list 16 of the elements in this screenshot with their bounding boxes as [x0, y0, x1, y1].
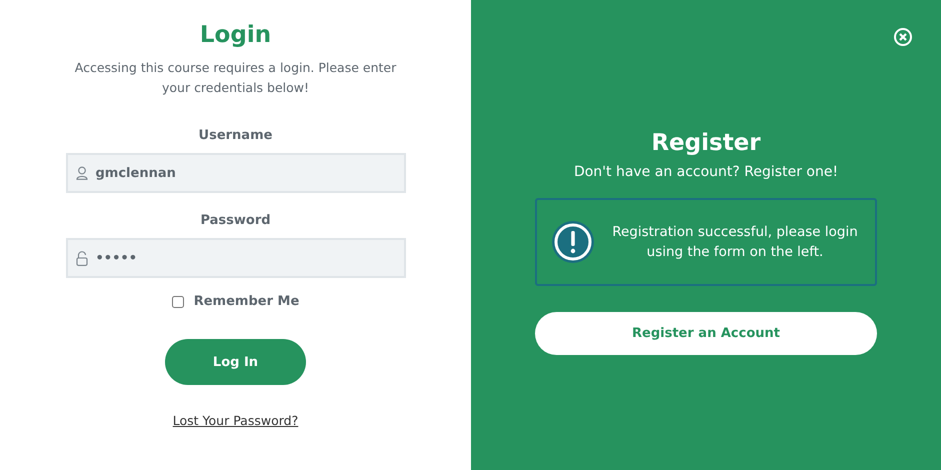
input-field[interactable]: gmclennan — [66, 153, 406, 193]
close-icon[interactable] — [893, 27, 913, 47]
input-field[interactable]: ••••• — [66, 238, 406, 278]
login-button[interactable]: Log In — [165, 339, 306, 385]
lost-password-link[interactable]: Lost Your Password? — [172, 413, 298, 428]
register-subtitle: Don't have an account? Register one! — [574, 164, 838, 180]
field-label: Password — [200, 213, 271, 228]
remember-label: Remember Me — [194, 294, 300, 309]
remember-checkbox[interactable] — [172, 296, 184, 308]
login-title: Login — [200, 22, 272, 48]
field-label: Username — [198, 128, 272, 143]
register-button[interactable]: Register an Account — [535, 312, 877, 355]
register-title: Register — [651, 130, 761, 156]
exclamation-icon — [551, 220, 595, 264]
login-intro: Accessing this course requires a login. Please enter your credentials below! — [74, 59, 398, 97]
notice-text: Registration successful, please login using the form on the left. — [611, 223, 859, 262]
